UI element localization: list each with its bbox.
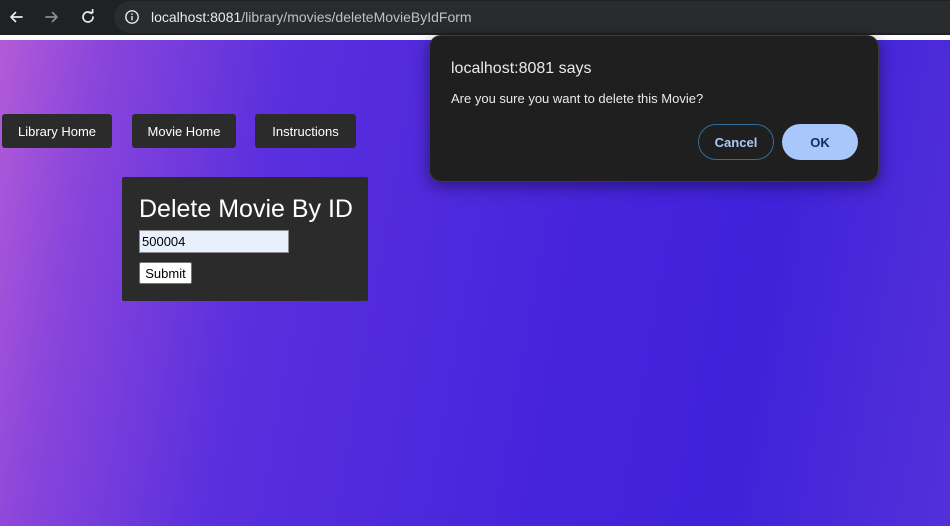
form-title: Delete Movie By ID bbox=[139, 195, 353, 223]
dialog-title: localhost:8081 says bbox=[451, 60, 592, 77]
url-host: localhost:8081 bbox=[151, 9, 242, 25]
url-path: /library/movies/deleteMovieByIdForm bbox=[241, 9, 472, 25]
movie-home-button[interactable]: Movie Home bbox=[132, 114, 236, 148]
library-home-button[interactable]: Library Home bbox=[2, 114, 112, 148]
forward-arrow-icon[interactable] bbox=[41, 6, 63, 28]
dialog-message: Are you sure you want to delete this Mov… bbox=[451, 91, 704, 106]
url-text[interactable]: localhost:8081/library/movies/deleteMovi… bbox=[151, 8, 472, 26]
back-arrow-icon[interactable] bbox=[5, 6, 27, 28]
reload-icon[interactable] bbox=[77, 6, 99, 28]
site-info-icon[interactable] bbox=[121, 6, 143, 28]
ok-button[interactable]: OK bbox=[782, 124, 858, 160]
browser-toolbar: localhost:8081/library/movies/deleteMovi… bbox=[0, 0, 950, 35]
movie-id-input[interactable] bbox=[139, 230, 289, 253]
confirm-dialog: localhost:8081 says Are you sure you wan… bbox=[429, 35, 879, 182]
delete-movie-form: Delete Movie By ID Submit bbox=[122, 177, 368, 301]
cancel-button[interactable]: Cancel bbox=[698, 124, 774, 160]
submit-button[interactable]: Submit bbox=[139, 262, 192, 284]
instructions-button[interactable]: Instructions bbox=[255, 114, 356, 148]
